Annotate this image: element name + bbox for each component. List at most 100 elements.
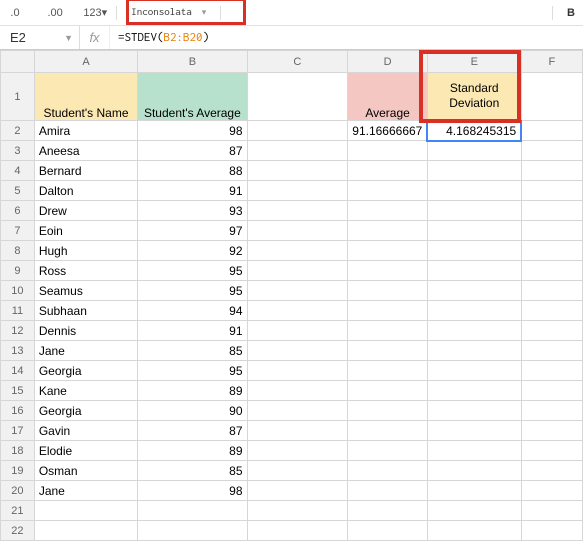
cell[interactable]: [427, 261, 521, 281]
cell[interactable]: [521, 521, 582, 541]
cell[interactable]: 87: [138, 421, 247, 441]
cell[interactable]: [521, 481, 582, 501]
cell[interactable]: Hugh: [34, 241, 137, 261]
cell[interactable]: Standard Deviation: [427, 73, 521, 121]
cell[interactable]: Subhaan: [34, 301, 137, 321]
cell[interactable]: [427, 181, 521, 201]
cell[interactable]: 95: [138, 261, 247, 281]
cell[interactable]: Dennis: [34, 321, 137, 341]
increase-decimal-icon[interactable]: .00: [48, 6, 62, 20]
cell[interactable]: [521, 381, 582, 401]
cell[interactable]: [427, 301, 521, 321]
cell[interactable]: [247, 301, 348, 321]
col-header-C[interactable]: C: [247, 51, 348, 73]
cell[interactable]: [521, 461, 582, 481]
cell[interactable]: [427, 521, 521, 541]
spreadsheet-grid[interactable]: A B C D E F 1 Student's Name Student's A…: [0, 50, 583, 541]
cell[interactable]: [34, 521, 137, 541]
cell[interactable]: [348, 481, 428, 501]
cell[interactable]: [348, 501, 428, 521]
col-header-B[interactable]: B: [138, 51, 247, 73]
cell[interactable]: [247, 321, 348, 341]
cell[interactable]: Gavin: [34, 421, 137, 441]
cell[interactable]: 98: [138, 121, 247, 141]
row-header[interactable]: 17: [1, 421, 35, 441]
cell[interactable]: [247, 121, 348, 141]
cell[interactable]: [427, 281, 521, 301]
row-header[interactable]: 9: [1, 261, 35, 281]
cell[interactable]: [427, 361, 521, 381]
cell[interactable]: [348, 301, 428, 321]
cell[interactable]: 95: [138, 361, 247, 381]
cell[interactable]: [427, 381, 521, 401]
cell[interactable]: [247, 361, 348, 381]
col-header-D[interactable]: D: [348, 51, 428, 73]
cell[interactable]: Student's Name: [34, 73, 137, 121]
cell[interactable]: [521, 121, 582, 141]
cell[interactable]: 93: [138, 201, 247, 221]
cell[interactable]: [521, 181, 582, 201]
cell[interactable]: [427, 241, 521, 261]
cell[interactable]: [247, 341, 348, 361]
row-header[interactable]: 20: [1, 481, 35, 501]
cell[interactable]: [427, 461, 521, 481]
cell[interactable]: [247, 181, 348, 201]
cell[interactable]: Aneesa: [34, 141, 137, 161]
cell[interactable]: [348, 361, 428, 381]
cell[interactable]: 97: [138, 221, 247, 241]
cell[interactable]: 91: [138, 321, 247, 341]
col-header-F[interactable]: F: [521, 51, 582, 73]
cell[interactable]: Average: [348, 73, 428, 121]
cell[interactable]: [247, 481, 348, 501]
row-header[interactable]: 15: [1, 381, 35, 401]
cell[interactable]: Dalton: [34, 181, 137, 201]
row-header[interactable]: 5: [1, 181, 35, 201]
cell[interactable]: 89: [138, 381, 247, 401]
cell[interactable]: [521, 401, 582, 421]
bold-button[interactable]: B: [567, 7, 575, 19]
row-header[interactable]: 14: [1, 361, 35, 381]
row-header[interactable]: 8: [1, 241, 35, 261]
cell[interactable]: Jane: [34, 341, 137, 361]
select-all-cell[interactable]: [1, 51, 35, 73]
cell[interactable]: [348, 441, 428, 461]
cell[interactable]: 85: [138, 461, 247, 481]
cell[interactable]: [521, 221, 582, 241]
cell[interactable]: [348, 201, 428, 221]
cell[interactable]: [348, 421, 428, 441]
row-header[interactable]: 16: [1, 401, 35, 421]
cell[interactable]: Elodie: [34, 441, 137, 461]
cell[interactable]: Georgia: [34, 401, 137, 421]
cell[interactable]: [427, 401, 521, 421]
cell[interactable]: 87: [138, 141, 247, 161]
name-box[interactable]: E2 ▼: [0, 26, 80, 49]
cell[interactable]: [427, 501, 521, 521]
cell[interactable]: 91: [138, 181, 247, 201]
col-header-A[interactable]: A: [34, 51, 137, 73]
row-header[interactable]: 18: [1, 441, 35, 461]
cell[interactable]: [348, 341, 428, 361]
cell[interactable]: [521, 301, 582, 321]
cell[interactable]: Drew: [34, 201, 137, 221]
cell[interactable]: [427, 201, 521, 221]
row-header[interactable]: 6: [1, 201, 35, 221]
cell[interactable]: Ross: [34, 261, 137, 281]
cell[interactable]: [348, 381, 428, 401]
cell[interactable]: [247, 441, 348, 461]
cell[interactable]: [521, 141, 582, 161]
cell[interactable]: [247, 501, 348, 521]
cell[interactable]: 98: [138, 481, 247, 501]
decrease-decimal-icon[interactable]: .0: [8, 6, 22, 20]
cell[interactable]: [34, 501, 137, 521]
cell[interactable]: [247, 521, 348, 541]
cell[interactable]: 91.16666667: [348, 121, 428, 141]
cell[interactable]: [348, 261, 428, 281]
cell[interactable]: [521, 201, 582, 221]
active-cell[interactable]: 4.168245315: [427, 121, 521, 141]
cell[interactable]: [138, 521, 247, 541]
cell[interactable]: [247, 401, 348, 421]
cell[interactable]: [521, 261, 582, 281]
cell[interactable]: [247, 461, 348, 481]
cell[interactable]: [521, 321, 582, 341]
cell[interactable]: [521, 241, 582, 261]
